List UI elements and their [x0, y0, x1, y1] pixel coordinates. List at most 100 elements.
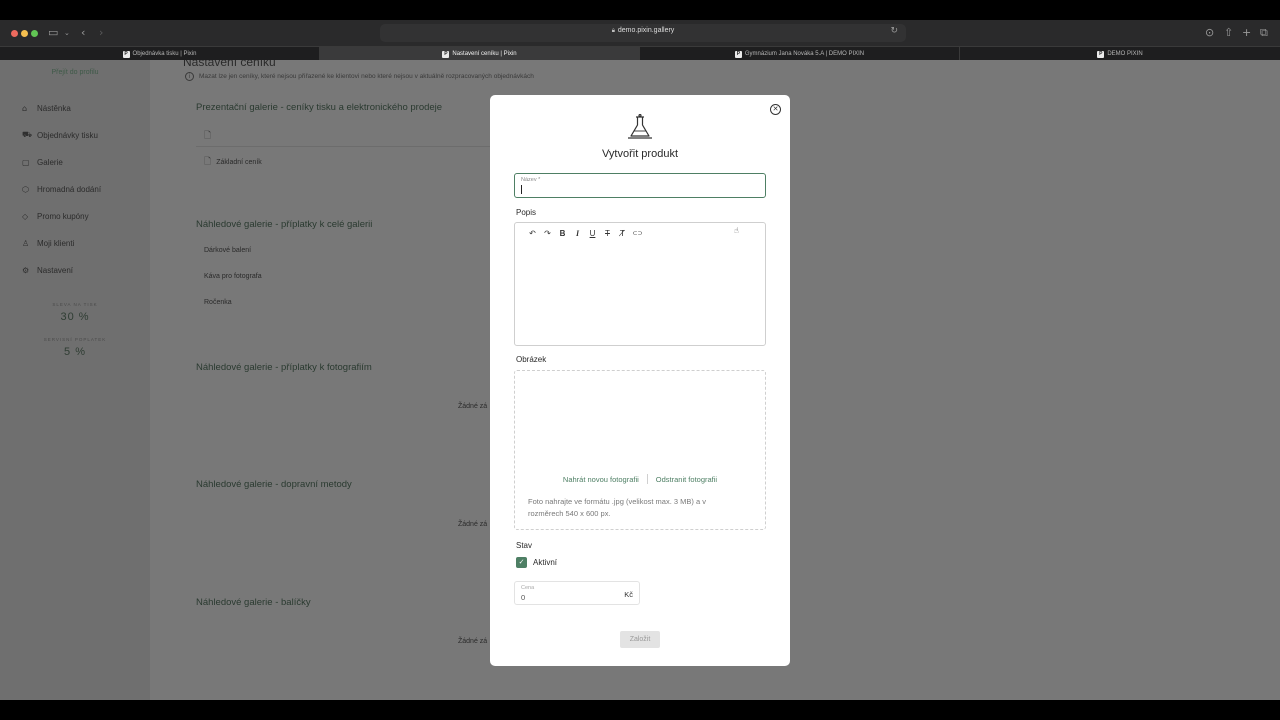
tag-icon: ◇ — [22, 211, 29, 221]
new-tab-icon[interactable]: + — [1242, 26, 1251, 40]
close-window-button[interactable] — [11, 30, 18, 37]
pointer-cursor-icon: ☝ — [734, 226, 739, 235]
divider — [196, 146, 496, 147]
tab-demo-pixin[interactable]: P DEMO PIXIN — [960, 47, 1280, 61]
address-bar[interactable]: 🔒︎ demo.pixin.gallery ↻ — [380, 24, 906, 42]
price-field[interactable]: Cena 0 Kč — [514, 581, 640, 605]
home-icon: ⌂ — [22, 103, 28, 113]
sidebar-item-promo-kupony[interactable]: ◇ Promo kupóny — [22, 209, 89, 223]
list-item[interactable]: 🗋︎ — [204, 128, 216, 144]
sidebar-item-moji-klienti[interactable]: ♙ Moji klienti — [22, 236, 74, 250]
reload-icon[interactable]: ↻ — [890, 26, 898, 36]
stat-value-fee: 5 % — [64, 346, 86, 358]
stat-value-discount: 30 % — [60, 311, 90, 323]
upload-photo-link[interactable]: Nahrát novou fotografii — [563, 475, 639, 484]
clear-format-icon[interactable]: T̸ — [615, 229, 630, 238]
page-title: Nastavení ceníků — [183, 60, 276, 69]
profile-link[interactable]: Přejít do profilu — [0, 69, 150, 76]
section-title: Náhledové galerie - příplatky k celé gal… — [196, 219, 373, 230]
name-field-label: Název * — [521, 177, 541, 183]
modal-title: Vytvořit produkt — [601, 148, 678, 160]
image-label: Obrázek — [516, 355, 547, 364]
text-caret — [521, 185, 522, 194]
pixin-favicon-icon: P — [734, 50, 742, 58]
back-icon[interactable]: ‹ — [81, 26, 85, 40]
stat-label-fee: SERVISNÍ POPLATEK — [43, 337, 107, 342]
browser-toolbar: ▭ ⌄ ‹ › 🔒︎ demo.pixin.gallery ↻ ⊙ ⇧ + ⧉ — [0, 20, 1280, 46]
sidebar-toggle-icon[interactable]: ▭ — [48, 26, 58, 40]
document-icon: 🗋︎ — [204, 131, 212, 141]
sidebar-item-nastenka[interactable]: ⌂ Nástěnka — [22, 101, 71, 115]
tab-gymnazium[interactable]: P Gymnázium Jana Nováka 5.A | DEMO PIXIN — [640, 47, 960, 61]
list-item[interactable]: 🗋︎ Základní ceník — [204, 154, 262, 170]
empty-state-text: Žádné zá — [458, 638, 488, 645]
name-input[interactable] — [520, 184, 758, 195]
stat-label-discount: SLEVA NA TISK — [52, 302, 98, 307]
remove-photo-link[interactable]: Odstranit fotografii — [656, 475, 717, 484]
image-dropzone[interactable]: Nahrát novou fotografii Odstranit fotogr… — [514, 370, 766, 530]
image-hint: Foto nahrajte ve formátu .jpg (velikost … — [528, 497, 706, 518]
sidebar-item-objednavky[interactable]: ⛟ Objednávky tisku — [22, 128, 98, 142]
description-label: Popis — [516, 208, 537, 217]
close-icon[interactable]: ✕ — [770, 104, 781, 115]
screen: ▭ ⌄ ‹ › 🔒︎ demo.pixin.gallery ↻ ⊙ ⇧ + ⧉ P… — [0, 0, 1280, 720]
gallery-icon: ▢ — [22, 157, 30, 167]
empty-state-text: Žádné zá — [458, 521, 488, 528]
document-icon: 🗋︎ — [204, 157, 212, 167]
tab-objednavka[interactable]: P Objednávka tisku | Pixin — [0, 47, 320, 61]
submit-button[interactable]: Založit — [620, 631, 660, 648]
minimize-window-button[interactable] — [21, 30, 28, 37]
tab-overview-icon[interactable]: ⧉ — [1260, 26, 1268, 40]
underline-icon[interactable]: U — [585, 229, 600, 238]
list-item[interactable]: Káva pro fotografa — [204, 273, 262, 280]
redo-icon[interactable]: ↷ — [540, 229, 555, 238]
undo-icon[interactable]: ↶ — [525, 229, 540, 238]
gear-icon: ⚙ — [22, 265, 30, 275]
status-label: Stav — [516, 541, 533, 550]
pixin-favicon-icon: P — [442, 50, 450, 58]
bold-icon[interactable]: B — [555, 229, 570, 238]
box-icon: ⬡ — [22, 184, 29, 194]
description-editor[interactable]: ↶ ↷ B I U T T̸ ⊂⊃ — [514, 222, 766, 346]
sidebar-item-hromadna-dodani[interactable]: ⬡ Hromadná dodání — [22, 182, 101, 196]
sidebar: Přejít do profilu ⌂ Nástěnka ⛟ Objednávky … — [0, 60, 150, 700]
section-title: Prezentační galerie - ceníky tisku a ele… — [196, 102, 443, 113]
italic-icon[interactable]: I — [570, 229, 585, 238]
list-item[interactable]: Ročenka — [204, 299, 232, 306]
user-icon: ♙ — [22, 238, 30, 248]
share-icon[interactable]: ⇧ — [1224, 26, 1233, 40]
image-actions: Nahrát novou fotografii Odstranit fotogr… — [515, 474, 765, 484]
chevron-down-icon[interactable]: ⌄ — [64, 26, 70, 40]
price-value[interactable]: 0 — [521, 593, 525, 602]
forward-icon[interactable]: › — [99, 26, 103, 40]
cart-icon: ⛟ — [22, 130, 33, 139]
editor-toolbar: ↶ ↷ B I U T T̸ ⊂⊃ — [525, 227, 645, 239]
tab-bar: P Objednávka tisku | Pixin P Nastavení cen… — [0, 46, 1280, 61]
sidebar-item-nastaveni[interactable]: ⚙ Nastavení — [22, 263, 73, 277]
strikethrough-icon[interactable]: T — [600, 229, 615, 238]
lock-icon: 🔒︎ — [611, 28, 615, 34]
active-checkbox[interactable]: ✓ — [516, 557, 527, 568]
empty-state-text: Žádné zá — [458, 403, 488, 410]
flask-icon — [628, 114, 652, 139]
divider — [646, 474, 648, 484]
currency-label: Kč — [624, 590, 633, 599]
section-title: Náhledové galerie - balíčky — [196, 597, 311, 608]
section-title: Náhledové galerie - dopravní metody — [196, 479, 352, 490]
sidebar-item-galerie[interactable]: ▢ Galerie — [22, 155, 63, 169]
active-label[interactable]: Aktivní — [533, 558, 557, 567]
create-product-modal: ✕ Vytvořit produkt Název * Popis ↶ ↷ B I… — [490, 95, 790, 666]
name-field[interactable]: Název * — [514, 173, 766, 198]
download-icon[interactable]: ⊙ — [1205, 26, 1214, 40]
link-icon[interactable]: ⊂⊃ — [630, 230, 645, 237]
zoom-window-button[interactable] — [31, 30, 38, 37]
tab-nastaveni-ceniku[interactable]: P Nastavení ceníku | Pixin — [320, 47, 640, 61]
list-item[interactable]: Dárkové balení — [204, 247, 251, 254]
price-label: Cena — [521, 585, 535, 591]
info-note: i Mazat lze jen ceníky, které nejsou přiř… — [185, 72, 534, 81]
pixin-favicon-icon: P — [122, 50, 130, 58]
section-title: Náhledové galerie - příplatky k fotograf… — [196, 362, 372, 373]
url-text: demo.pixin.gallery — [617, 27, 675, 34]
check-icon: ✓ — [518, 558, 525, 566]
info-icon: i — [185, 72, 194, 81]
